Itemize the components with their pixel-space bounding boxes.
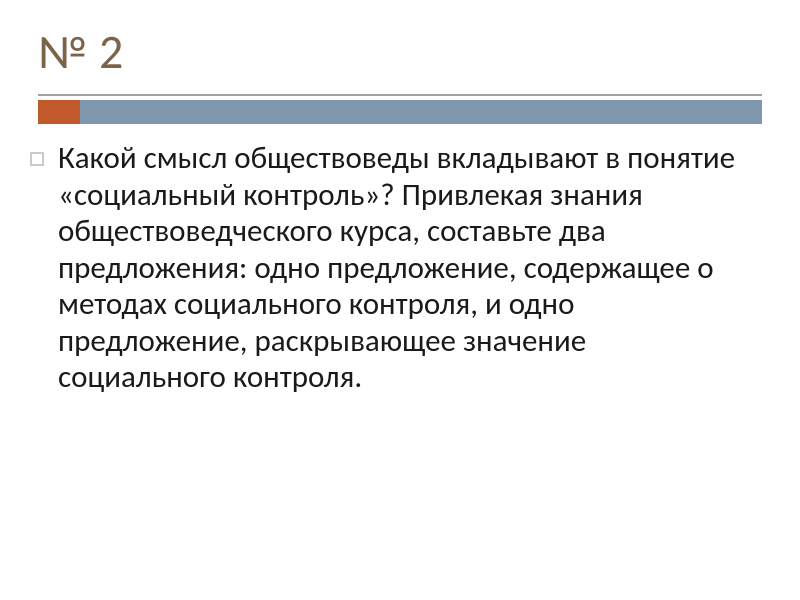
divider-line [38,94,762,96]
slide-body: Какой смысл обществоведы вкладывают в по… [58,140,740,396]
divider-accent [38,100,80,124]
square-bullet-icon [30,152,44,166]
divider-bar [38,100,762,124]
title-divider [38,94,762,124]
bullet-text: Какой смысл обществоведы вкладывают в по… [58,140,740,396]
bullet-item: Какой смысл обществоведы вкладывают в по… [58,140,740,396]
divider-main [80,100,762,124]
slide-title: № 2 [38,22,124,81]
slide: № 2 Какой смысл обществоведы вкладывают … [0,0,800,600]
